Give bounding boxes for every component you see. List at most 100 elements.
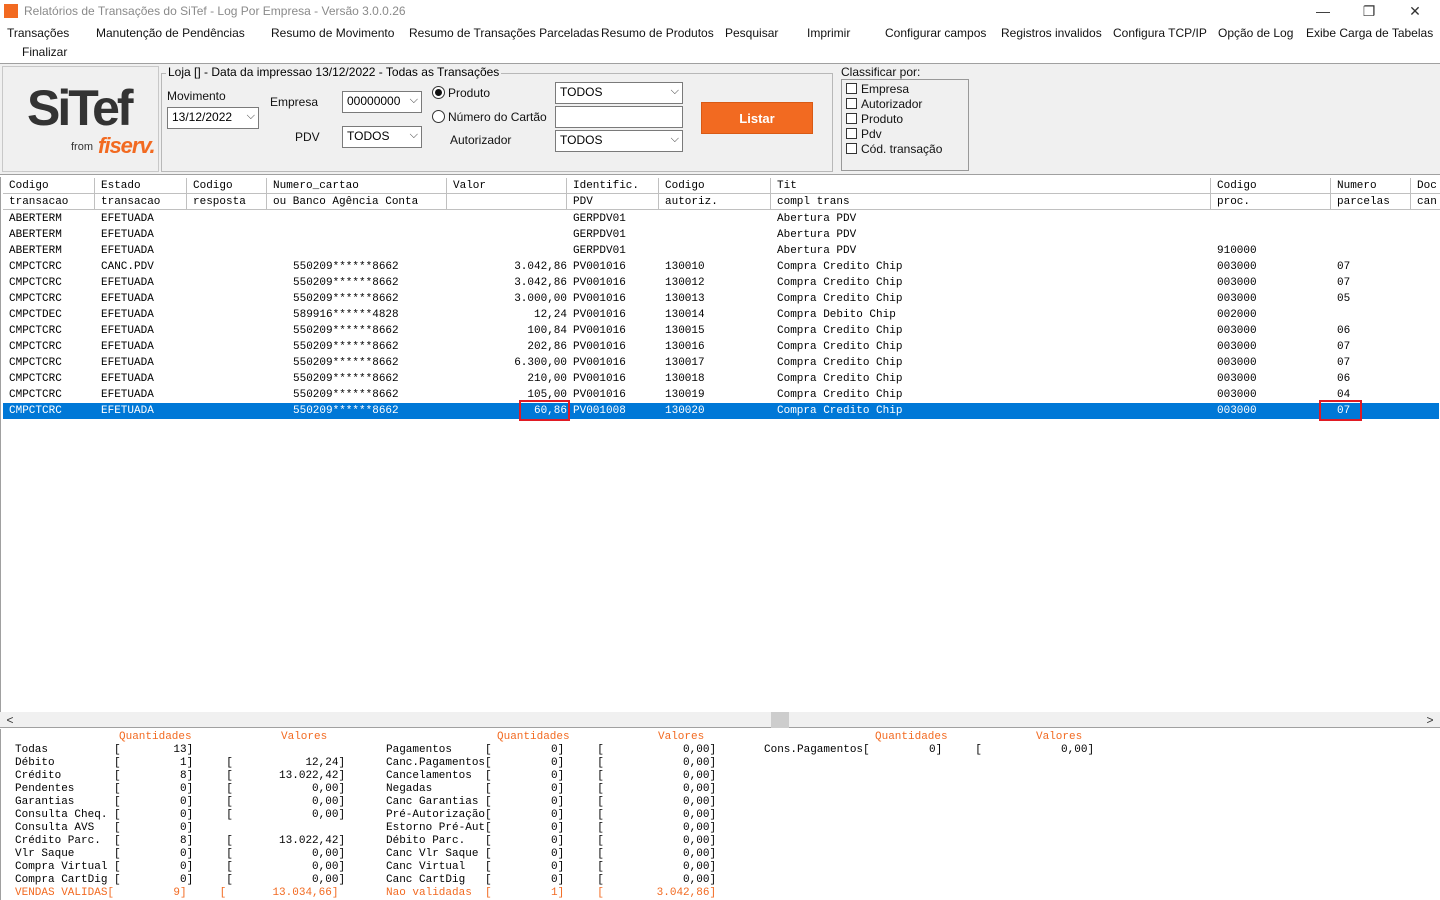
classificar-empresa-checkbox[interactable]	[846, 83, 857, 94]
column-header-estado-transacao-bottom[interactable]: transacao	[95, 194, 187, 210]
column-header-codigo-autoriz-top[interactable]: Codigo	[659, 178, 771, 194]
scroll-right-icon[interactable]: >	[1422, 712, 1438, 728]
column-header-numero-cartao-top[interactable]: Numero_cartao	[267, 178, 447, 194]
table-row[interactable]: ABERTERM EFETUADA GERPDV01 Abertura PDV	[3, 227, 1439, 243]
column-header-codigo-proc-top[interactable]: Codigo	[1211, 178, 1331, 194]
listar-button[interactable]: Listar	[701, 102, 813, 134]
menu-exibe-carga-tabelas[interactable]: Exibe Carga de Tabelas	[1306, 26, 1433, 40]
cell-identific-pdv: GERPDV01	[573, 229, 626, 241]
table-row[interactable]: CMPCTCRC EFETUADA 550209******8662 3.042,86…	[3, 275, 1439, 291]
classificar-pdv-label[interactable]: Pdv	[861, 127, 882, 141]
classificar-produto-checkbox[interactable]	[846, 113, 857, 124]
table-row[interactable]: ABERTERM EFETUADA GERPDV01 Abertura PDV	[3, 211, 1439, 227]
produto-radio[interactable]	[432, 86, 445, 99]
sitef-logo: SiTef from fiserv.	[2, 66, 159, 172]
menu-configura-tcpip[interactable]: Configura TCP/IP	[1113, 26, 1207, 40]
empresa-select[interactable]: 00000000 ⌵	[342, 91, 422, 113]
cell-codigo-proc: 910000	[1217, 245, 1257, 257]
produto-radio-label[interactable]: Produto	[448, 86, 490, 100]
classificar-empresa-label[interactable]: Empresa	[861, 82, 909, 96]
close-button[interactable]: ✕	[1392, 0, 1438, 22]
menu-registros-invalidos[interactable]: Registros invalidos	[1001, 26, 1102, 40]
transactions-grid[interactable]: Codigo transacao Estado transacao Codigo resp…	[0, 177, 1440, 713]
classificar-produto-label[interactable]: Produto	[861, 112, 903, 126]
menu-resumo-produtos[interactable]: Resumo de Produtos	[601, 26, 714, 40]
column-header-doc-can-bottom[interactable]: can	[1411, 194, 1440, 210]
table-row[interactable]: CMPCTCRC EFETUADA 550209******8662 3.000,00…	[3, 291, 1439, 307]
cell-codigo-autoriz: 130019	[665, 389, 705, 401]
column-header-identific-pdv-bottom[interactable]: PDV	[567, 194, 659, 210]
summary-line: Pagamentos [ 0] [ 0,00]	[386, 744, 717, 756]
table-row[interactable]: CMPCTCRC CANC.PDV 550209******8662 3.042,86…	[3, 259, 1439, 275]
column-header-tit-compl-trans-bottom[interactable]: compl trans	[771, 194, 1211, 210]
table-row[interactable]: CMPCTCRC EFETUADA 550209******8662 202,86 PV…	[3, 339, 1439, 355]
pdv-value: TODOS	[347, 129, 390, 143]
column-header-identific-pdv-top[interactable]: Identific.	[567, 178, 659, 194]
table-row[interactable]: CMPCTCRC EFETUADA 550209******8662 210,00 PV…	[3, 371, 1439, 387]
table-row[interactable]: CMPCTCRC EFETUADA 550209******8662 105,00 PV…	[3, 387, 1439, 403]
menu-resumo-parceladas[interactable]: Resumo de Transações Parceladas	[409, 26, 599, 40]
pdv-select[interactable]: TODOS ⌵	[342, 126, 422, 148]
column-header-tit-compl-trans-top[interactable]: Tit	[771, 178, 1211, 194]
cell-estado-transacao: EFETUADA	[101, 373, 154, 385]
table-row[interactable]: CMPCTDEC EFETUADA 589916******4828 12,24 PV0…	[3, 307, 1439, 323]
cell-codigo-proc: 003000	[1217, 293, 1257, 305]
cell-codigo-proc: 003000	[1217, 325, 1257, 337]
cell-estado-transacao: EFETUADA	[101, 229, 154, 241]
table-row[interactable]: CMPCTCRC EFETUADA 550209******8662 6.300,00…	[3, 355, 1439, 371]
menu-manutencao-pendencias[interactable]: Manutenção de Pendências	[96, 26, 245, 40]
classificar-pdv-checkbox[interactable]	[846, 128, 857, 139]
column-header-codigo-transacao-top[interactable]: Codigo	[3, 178, 95, 194]
numero-cartao-radio-label[interactable]: Número do Cartão	[448, 110, 547, 124]
classificar-cod-transacao-label[interactable]: Cód. transação	[861, 142, 942, 156]
table-row[interactable]: CMPCTCRC EFETUADA 550209******8662 60,86 PV0…	[3, 403, 1439, 419]
movimento-date-picker[interactable]: 13/12/2022 ⌵	[167, 107, 259, 129]
menu-transacoes[interactable]: Transações	[7, 26, 69, 40]
produto-select[interactable]: TODOS ⌵	[555, 82, 683, 104]
column-header-codigo-resposta-bottom[interactable]: resposta	[187, 194, 267, 210]
table-row[interactable]: ABERTERM EFETUADA GERPDV01 Abertura PDV 9100…	[3, 243, 1439, 259]
menu-resumo-movimento[interactable]: Resumo de Movimento	[271, 26, 394, 40]
maximize-button[interactable]: ❐	[1346, 0, 1392, 22]
column-header-numero-cartao-bottom[interactable]: ou Banco Agência Conta	[267, 194, 447, 210]
summary-line: Débito [ 1] [ 12,24]	[15, 757, 346, 769]
numero-cartao-radio[interactable]	[432, 110, 445, 123]
scroll-left-icon[interactable]: <	[2, 712, 18, 728]
column-header-doc-can-top[interactable]: Doc	[1411, 178, 1440, 194]
menu-configurar-campos[interactable]: Configurar campos	[885, 26, 986, 40]
cell-tit-compl-trans: Abertura PDV	[777, 213, 857, 225]
numero-cartao-input[interactable]	[555, 106, 683, 128]
summary-line: Compra CartDig [ 0] [ 0,00]	[15, 874, 346, 886]
cell-estado-transacao: EFETUADA	[101, 405, 154, 417]
menu-opcao-log[interactable]: Opção de Log	[1218, 26, 1293, 40]
column-header-valor-bottom[interactable]	[447, 194, 567, 210]
menu-pesquisar[interactable]: Pesquisar	[725, 26, 778, 40]
column-header-codigo-proc-bottom[interactable]: proc.	[1211, 194, 1331, 210]
minimize-button[interactable]: —	[1300, 0, 1346, 22]
summary-col2-valores-header: Valores	[658, 731, 705, 743]
horizontal-scrollbar[interactable]: < >	[0, 712, 1440, 728]
cell-codigo-autoriz: 130012	[665, 277, 705, 289]
cell-tit-compl-trans: Compra Credito Chip	[777, 405, 903, 417]
column-header-numero-parcelas-top[interactable]: Numero	[1331, 178, 1411, 194]
table-row[interactable]: CMPCTCRC EFETUADA 550209******8662 100,84 PV…	[3, 323, 1439, 339]
column-header-codigo-transacao-bottom[interactable]: transacao	[3, 194, 95, 210]
scroll-thumb[interactable]	[771, 712, 789, 728]
column-header-codigo-autoriz-bottom[interactable]: autoriz.	[659, 194, 771, 210]
classificar-autorizador-checkbox[interactable]	[846, 98, 857, 109]
menu-finalizar[interactable]: Finalizar	[22, 45, 67, 59]
classificar-autorizador-label[interactable]: Autorizador	[861, 97, 922, 111]
cell-tit-compl-trans: Abertura PDV	[777, 229, 857, 241]
column-header-valor-top[interactable]: Valor	[447, 178, 567, 194]
cell-codigo-transacao: ABERTERM	[9, 213, 62, 225]
menu-imprimir[interactable]: Imprimir	[807, 26, 850, 40]
column-header-estado-transacao-top[interactable]: Estado	[95, 178, 187, 194]
classificar-cod-transacao-checkbox[interactable]	[846, 143, 857, 154]
column-header-numero-parcelas-bottom[interactable]: parcelas	[1331, 194, 1411, 210]
autorizador-select[interactable]: TODOS ⌵	[555, 130, 683, 152]
cell-codigo-autoriz: 130014	[665, 309, 705, 321]
cell-tit-compl-trans: Compra Credito Chip	[777, 261, 903, 273]
summary-line: Todas [ 13]	[15, 744, 194, 756]
column-header-codigo-resposta-top[interactable]: Codigo	[187, 178, 267, 194]
classificar-title: Classificar por:	[841, 65, 921, 79]
